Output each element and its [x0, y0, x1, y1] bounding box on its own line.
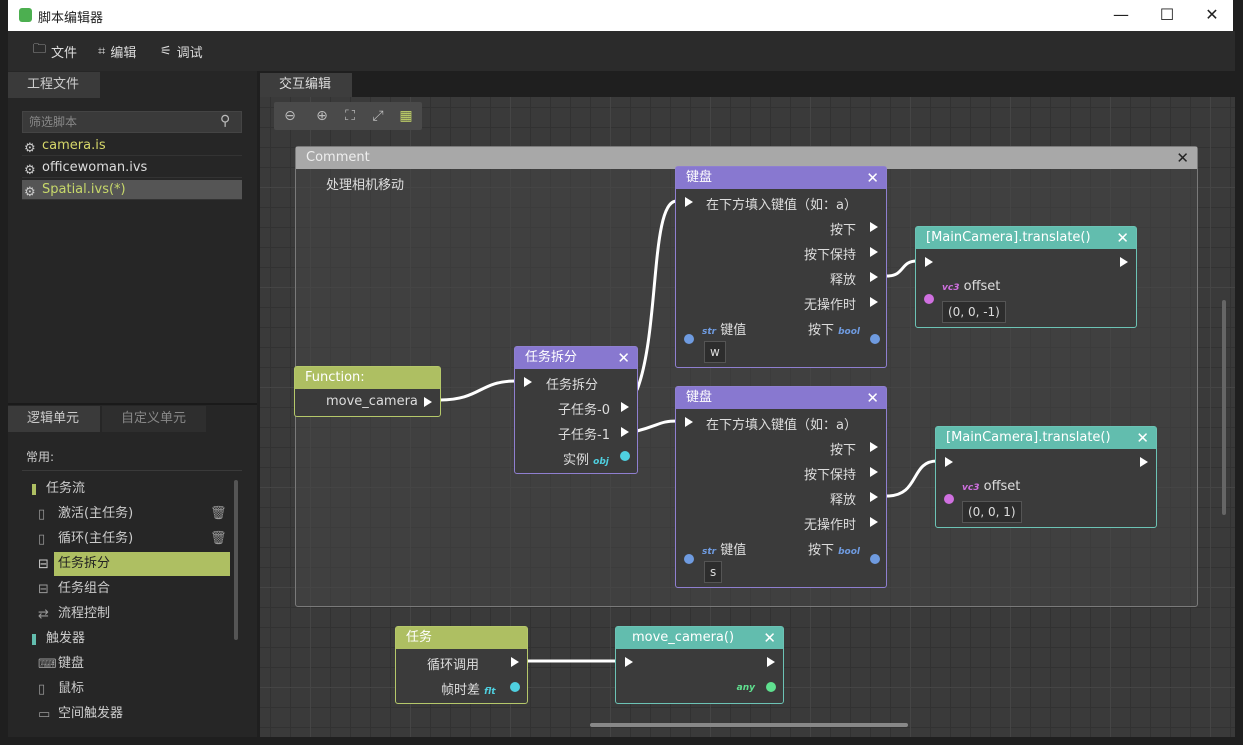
type-tag: bool — [838, 547, 860, 557]
exec-out-port[interactable] — [870, 517, 878, 527]
keyboard-node[interactable]: 键盘 ✕ 在下方填入键值（如：a） 按下 按下保持 释放 无操作时 str 键值 … — [675, 166, 887, 368]
port-label: 子任务-1 — [558, 428, 610, 443]
key-value-input[interactable]: s — [704, 561, 723, 583]
vertical-scrollbar[interactable] — [1222, 300, 1226, 515]
exec-in-port[interactable] — [685, 197, 693, 207]
close-icon[interactable]: ✕ — [866, 167, 879, 189]
offset-value-input[interactable]: (0, 0, 1) — [962, 501, 1022, 523]
keyboard-node[interactable]: 键盘 ✕ 在下方填入键值（如：a） 按下 按下保持 释放 无操作时 str 键值 … — [675, 386, 887, 588]
translate-node[interactable]: [MainCamera].translate() ✕ vc3 offset (0,… — [915, 226, 1137, 328]
port-label: move_camera — [326, 394, 418, 409]
data-out-port[interactable] — [766, 682, 776, 692]
exec-out-port[interactable] — [870, 247, 878, 257]
port-label: 无操作时 — [803, 298, 856, 313]
type-tag: vc3 — [962, 483, 980, 493]
exec-out-port[interactable] — [870, 467, 878, 477]
exec-out-port[interactable] — [621, 427, 629, 437]
node-title: [MainCamera].translate() — [926, 230, 1091, 245]
node-title: [MainCamera].translate() — [946, 430, 1111, 445]
node-header: Function: — [295, 367, 440, 389]
function-call-node[interactable]: move_camera() ✕ any — [615, 626, 784, 704]
port-label: offset — [983, 479, 1021, 494]
exec-out-port[interactable] — [870, 222, 878, 232]
type-tag: any — [736, 683, 755, 693]
data-out-port[interactable] — [870, 554, 880, 564]
exec-out-port[interactable] — [511, 657, 519, 667]
function-node[interactable]: Function: move_camera — [294, 366, 441, 417]
exec-out-port[interactable] — [621, 402, 629, 412]
data-out-port[interactable] — [870, 334, 880, 344]
node-title: 任务 — [406, 630, 433, 645]
offset-value-input[interactable]: (0, 0, -1) — [942, 301, 1006, 323]
close-icon[interactable]: ✕ — [1116, 227, 1129, 249]
node-header: 任务 — [396, 627, 527, 649]
exec-out-port[interactable] — [1120, 257, 1128, 267]
node-title: 键盘 — [686, 170, 713, 185]
exec-in-port[interactable] — [925, 257, 933, 267]
type-tag: vc3 — [942, 283, 960, 293]
exec-out-port[interactable] — [870, 442, 878, 452]
port-label: 在下方填入键值（如：a） — [706, 418, 857, 433]
data-in-port[interactable] — [684, 554, 694, 564]
exec-out-port[interactable] — [870, 297, 878, 307]
port-label: 按下 — [829, 443, 856, 458]
close-icon[interactable]: ✕ — [763, 627, 776, 649]
port-label: 按下保持 — [803, 248, 856, 263]
port-label: 按下 — [807, 323, 834, 338]
port-label: 按下 — [829, 223, 856, 238]
type-tag: bool — [838, 327, 860, 337]
task-node[interactable]: 任务 循环调用 帧时差 flt — [395, 626, 528, 704]
exec-out-port[interactable] — [767, 657, 775, 667]
type-tag: obj — [593, 457, 609, 467]
task-split-node[interactable]: 任务拆分 ✕ 任务拆分 子任务-0 子任务-1 实例 obj — [514, 346, 638, 474]
port-label: 循环调用 — [427, 658, 480, 673]
port-label: 帧时差 — [441, 683, 481, 698]
close-icon[interactable]: ✕ — [1136, 427, 1149, 449]
exec-out-port[interactable] — [870, 272, 878, 282]
data-in-port[interactable] — [924, 294, 934, 304]
close-icon[interactable]: ✕ — [617, 347, 630, 369]
port-label: 按下 — [807, 543, 834, 558]
port-label: 实例 — [563, 453, 590, 468]
data-in-port[interactable] — [684, 334, 694, 344]
node-header: [MainCamera].translate() ✕ — [936, 427, 1156, 449]
port-label: offset — [963, 279, 1001, 294]
port-label: 释放 — [829, 493, 856, 508]
exec-out-port[interactable] — [870, 492, 878, 502]
node-header: 任务拆分 ✕ — [515, 347, 637, 369]
type-tag: str — [702, 327, 717, 337]
node-header: move_camera() ✕ — [616, 627, 783, 649]
port-label: 子任务-0 — [558, 403, 610, 418]
type-tag: flt — [484, 687, 496, 697]
exec-out-port[interactable] — [1140, 457, 1148, 467]
node-header: [MainCamera].translate() ✕ — [916, 227, 1136, 249]
data-in-port[interactable] — [944, 494, 954, 504]
node-title: 任务拆分 — [525, 350, 578, 365]
exec-out-port[interactable] — [424, 397, 432, 407]
exec-in-port[interactable] — [625, 657, 633, 667]
node-header: 键盘 ✕ — [676, 167, 886, 189]
data-out-port[interactable] — [620, 451, 630, 461]
exec-in-port[interactable] — [524, 377, 532, 387]
port-label: 释放 — [829, 273, 856, 288]
port-label: 在下方填入键值（如：a） — [706, 198, 857, 213]
data-out-port[interactable] — [510, 682, 520, 692]
node-title: 键盘 — [686, 390, 713, 405]
port-label: 键值 — [720, 323, 747, 338]
exec-in-port[interactable] — [685, 417, 693, 427]
port-label: 任务拆分 — [546, 378, 599, 393]
port-label: 键值 — [720, 543, 747, 558]
close-icon[interactable]: ✕ — [866, 387, 879, 409]
exec-in-port[interactable] — [945, 457, 953, 467]
node-title: move_camera() — [632, 630, 735, 645]
node-title: Function: — [305, 370, 365, 385]
horizontal-scrollbar[interactable] — [590, 723, 908, 727]
translate-node[interactable]: [MainCamera].translate() ✕ vc3 offset (0,… — [935, 426, 1157, 528]
port-label: 无操作时 — [803, 518, 856, 533]
type-tag: str — [702, 547, 717, 557]
node-header: 键盘 ✕ — [676, 387, 886, 409]
key-value-input[interactable]: w — [704, 341, 726, 363]
port-label: 按下保持 — [803, 468, 856, 483]
